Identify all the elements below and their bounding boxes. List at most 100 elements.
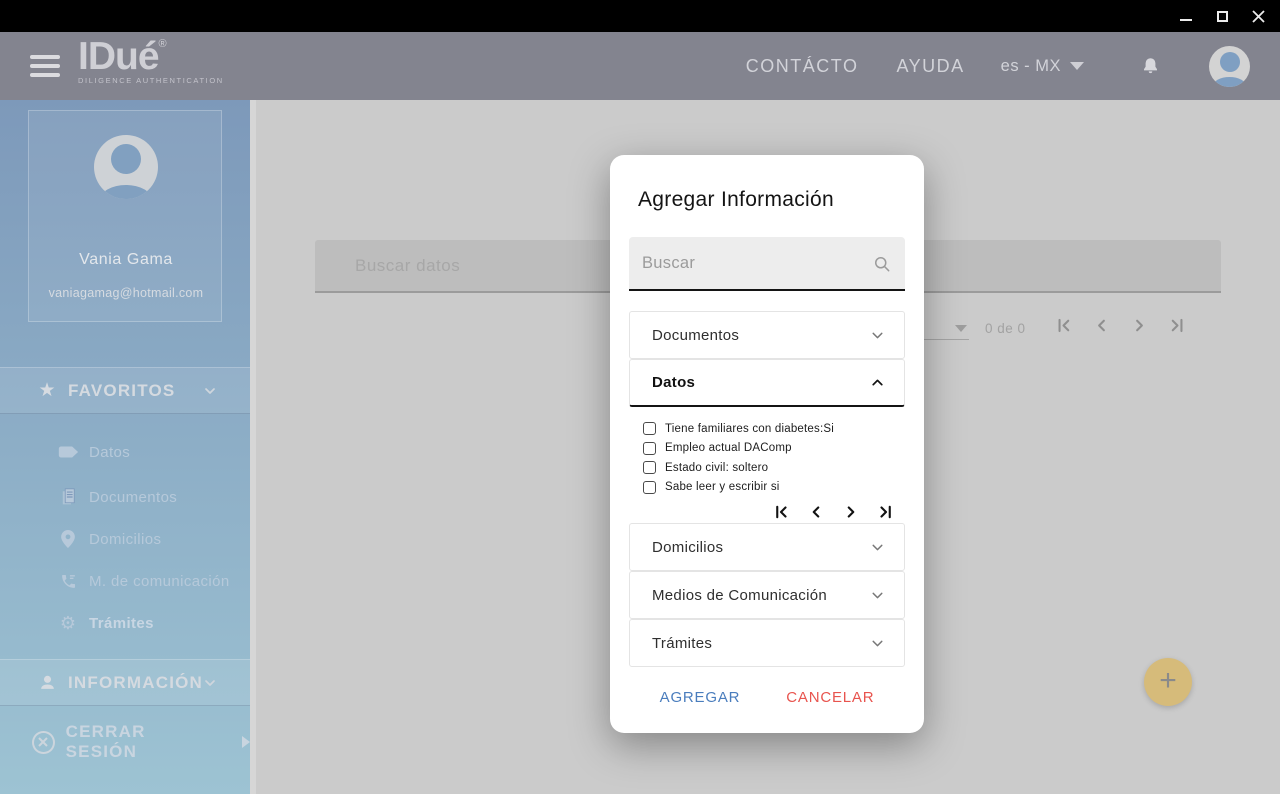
- user-avatar[interactable]: [1209, 45, 1250, 87]
- sidebar-section-informacion[interactable]: INFORMACIÓN: [0, 659, 250, 706]
- sidebar-item-tramites[interactable]: ⚙ Trámites: [0, 602, 250, 644]
- add-button-fab[interactable]: +: [1144, 658, 1192, 706]
- documents-icon: [56, 488, 80, 506]
- plus-icon: +: [1159, 663, 1177, 697]
- close-circle-icon: [32, 730, 55, 754]
- checkbox[interactable]: [643, 461, 656, 475]
- modal-actions: AGREGAR CANCELAR: [629, 689, 905, 706]
- hamburger-icon: [30, 55, 60, 59]
- next-page-button[interactable]: [842, 503, 860, 521]
- chevron-down-icon: [869, 539, 886, 556]
- window-controls: [1178, 0, 1266, 32]
- chevron-down-icon: [202, 675, 218, 691]
- maximize-icon: [1216, 10, 1228, 22]
- first-page-button[interactable]: [1054, 316, 1073, 335]
- logout-button[interactable]: CERRAR SESIÓN: [0, 720, 250, 764]
- checkbox-row: Sabe leer y escribir si: [643, 478, 905, 498]
- profile-card: Vania Gama vaniagamag@hotmail.com: [28, 110, 222, 322]
- chevron-left-icon: [812, 506, 820, 518]
- cancelar-button[interactable]: CANCELAR: [786, 689, 874, 706]
- app-logo: IDué® DILIGENCE AUTHENTICATION: [78, 35, 224, 85]
- bell-icon: [1144, 57, 1157, 73]
- phone-icon: [56, 573, 80, 590]
- page-size-select[interactable]: [923, 318, 969, 340]
- search-icon: [872, 254, 892, 279]
- sidebar-item-documentos[interactable]: Documentos: [0, 476, 250, 518]
- accordion-medios-comunicacion[interactable]: Medios de Comunicación: [629, 571, 905, 619]
- modal-search-bar[interactable]: [629, 237, 905, 291]
- chevron-down-icon: [869, 635, 886, 652]
- sidebar-item-label: Domicilios: [89, 530, 162, 548]
- modal-search-input[interactable]: [629, 237, 905, 289]
- minimize-icon: [1180, 19, 1192, 21]
- agregar-informacion-modal: Agregar Información Documentos Datos Tie…: [610, 155, 924, 733]
- last-page-icon: [880, 505, 891, 519]
- location-pin-icon: [56, 530, 80, 548]
- chevron-right-icon: [1136, 319, 1143, 332]
- last-page-button[interactable]: [877, 503, 895, 521]
- first-page-icon: [776, 505, 787, 519]
- minimize-button[interactable]: [1178, 8, 1194, 24]
- profile-avatar-icon: [94, 135, 158, 199]
- checkbox[interactable]: [643, 422, 656, 436]
- app-header: IDué® DILIGENCE AUTHENTICATION CONTÁCTO …: [0, 32, 1280, 100]
- prev-page-button[interactable]: [1092, 316, 1111, 335]
- user-name: Vania Gama: [79, 251, 173, 268]
- user-email: vaniagamag@hotmail.com: [48, 286, 204, 300]
- registered-mark: ®: [158, 38, 167, 50]
- last-page-icon: [1171, 318, 1183, 333]
- logo-text: IDué: [78, 35, 160, 78]
- sidebar-item-label: M. de comunicación: [89, 572, 230, 590]
- nav-contacto[interactable]: CONTÁCTO: [746, 56, 859, 77]
- sidebar-item-domicilios[interactable]: Domicilios: [0, 518, 250, 560]
- nav-ayuda[interactable]: AYUDA: [896, 56, 964, 77]
- logo-subtitle: DILIGENCE AUTHENTICATION: [78, 75, 224, 85]
- next-page-button[interactable]: [1130, 316, 1149, 335]
- accordion-domicilios[interactable]: Domicilios: [629, 523, 905, 571]
- chevron-right-icon: [847, 506, 855, 518]
- sidebar-item-comunicacion[interactable]: M. de comunicación: [0, 560, 250, 602]
- language-selector[interactable]: es - MX: [1001, 57, 1084, 76]
- chevron-down-icon: [869, 327, 886, 344]
- accordion-documentos[interactable]: Documentos: [629, 311, 905, 359]
- notifications-button[interactable]: [1140, 56, 1161, 77]
- window-title-bar: [0, 0, 1280, 32]
- logout-label: CERRAR SESIÓN: [65, 722, 146, 761]
- maximize-button[interactable]: [1214, 8, 1230, 24]
- tag-icon: [56, 445, 80, 459]
- background-pagination: [1054, 316, 1187, 335]
- checkbox-row: Estado civil: soltero: [643, 458, 905, 478]
- chevron-left-icon: [1098, 319, 1105, 332]
- last-page-button[interactable]: [1168, 316, 1187, 335]
- favoritos-label: FAVORITOS: [68, 380, 176, 400]
- menu-button[interactable]: [30, 55, 60, 77]
- checkbox[interactable]: [643, 441, 656, 455]
- chevron-down-icon: [202, 383, 218, 399]
- sidebar-item-label: Documentos: [89, 488, 178, 506]
- sidebar-item-datos[interactable]: Datos: [0, 431, 250, 473]
- first-page-icon: [1058, 318, 1070, 333]
- agregar-button[interactable]: AGREGAR: [660, 689, 741, 706]
- checkbox-row: Tiene familiares con diabetes:Si: [643, 419, 905, 439]
- first-page-button[interactable]: [772, 503, 790, 521]
- datos-checkbox-list: Tiene familiares con diabetes:Si Empleo …: [629, 407, 905, 497]
- accordion-datos[interactable]: Datos: [629, 359, 905, 407]
- chevron-down-icon: [955, 325, 967, 332]
- accordion-list: Documentos Datos Tiene familiares con di…: [629, 311, 905, 667]
- avatar-person-icon: [1219, 51, 1240, 72]
- pagination-range-label: 0 de 0: [985, 321, 1026, 336]
- prev-page-button[interactable]: [807, 503, 825, 521]
- chevron-up-icon: [869, 374, 886, 391]
- informacion-label: INFORMACIÓN: [68, 672, 204, 692]
- sidebar-item-label: Trámites: [89, 614, 154, 632]
- accordion-tramites[interactable]: Trámites: [629, 619, 905, 667]
- close-icon: [1251, 9, 1265, 23]
- close-button[interactable]: [1250, 8, 1266, 24]
- person-icon: [34, 673, 60, 692]
- star-icon: ★: [38, 380, 56, 401]
- checkbox-row: Empleo actual DAComp: [643, 439, 905, 459]
- checkbox[interactable]: [643, 480, 656, 494]
- modal-pagination: [629, 497, 905, 523]
- sidebar-section-favoritos[interactable]: ★ FAVORITOS: [0, 367, 250, 414]
- gear-icon: ⚙: [59, 612, 77, 633]
